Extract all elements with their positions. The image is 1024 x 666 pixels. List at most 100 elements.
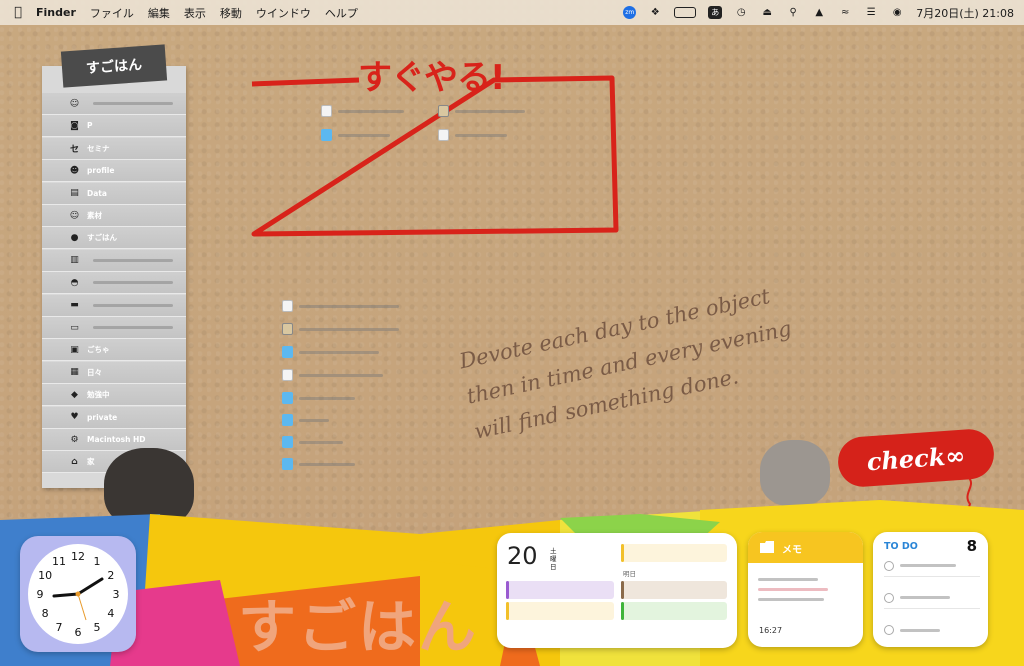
menu-window[interactable]: ウインドウ (256, 5, 311, 21)
menu-go[interactable]: 移動 (220, 5, 242, 21)
reminder-item[interactable] (884, 555, 980, 577)
reminder-item[interactable] (884, 619, 980, 641)
menu-app-name[interactable]: Finder (36, 6, 76, 19)
clock-number: 3 (113, 588, 120, 601)
search-icon[interactable]: ⚲ (786, 6, 800, 20)
time-machine-icon[interactable]: ◷ (734, 6, 748, 20)
seminar-icon: セ (69, 144, 79, 155)
sidebar-item[interactable]: ▤ Data (42, 182, 186, 205)
sidebar-item[interactable]: ☺ (42, 93, 186, 115)
menu-help[interactable]: ヘルプ (325, 5, 358, 21)
desktop-file[interactable] (282, 323, 399, 335)
sidebar-item[interactable]: ☺ 素材 (42, 205, 186, 227)
camera-icon: ◙ (70, 120, 79, 131)
zoom-status-icon[interactable]: zm (623, 6, 637, 19)
siri-icon[interactable]: ◉ (890, 6, 904, 20)
file-item[interactable] (438, 105, 525, 117)
document-icon (321, 105, 332, 117)
clock-number: 11 (52, 555, 66, 568)
clock-number: 12 (71, 550, 85, 563)
reminders-count: 8 (966, 537, 977, 555)
sidebar-item[interactable]: ☻ profile (42, 160, 186, 183)
desktop-folder[interactable] (282, 458, 355, 470)
sidebar-item[interactable]: ▭ (42, 317, 186, 339)
menu-file[interactable]: ファイル (90, 5, 134, 21)
reminder-item[interactable] (884, 587, 980, 609)
checkbox-circle-icon[interactable] (884, 625, 894, 635)
sidebar-item[interactable]: ◙ P (42, 115, 186, 138)
laptop-icon: ▭ (70, 322, 79, 333)
calendar-event[interactable] (506, 581, 614, 599)
folder-label-blurred (299, 418, 329, 422)
desktop-file[interactable] (282, 369, 383, 381)
sidebar-item[interactable]: ▣ ごちゃ (42, 339, 186, 362)
checkbox-circle-icon[interactable] (884, 592, 894, 603)
sidebar-item-label: 日々 (87, 367, 102, 377)
menu-bar:  Finder ファイル 編集 表示 移動 ウインドウ ヘルプ zm ❖ あ … (0, 0, 1024, 25)
sidebar-item[interactable]: ⚙ Macintosh HD (42, 429, 186, 451)
weekday-char-1: 土 (550, 547, 557, 555)
sidebar-item[interactable]: ◆ 勉強中 (42, 384, 186, 407)
desktop-folder[interactable] (282, 436, 343, 448)
sidebar-item[interactable]: ▥ (42, 249, 186, 272)
sidebar-label-blurred (93, 281, 173, 285)
folder-icon (282, 436, 293, 448)
sidebar-item[interactable]: ● すごはん (42, 227, 186, 250)
eject-icon[interactable]: ⏏ (760, 6, 774, 20)
clock-number: 1 (94, 555, 101, 568)
file-item[interactable] (438, 129, 507, 141)
calendar-event[interactable] (621, 602, 727, 620)
cat-face-icon: ◆ (71, 389, 78, 400)
sidebar-item[interactable]: セセミナ (42, 137, 186, 160)
reminders-widget[interactable]: TO DO 8 (873, 532, 988, 647)
calendar-event[interactable] (621, 544, 727, 562)
desktop-file[interactable] (282, 300, 399, 312)
calendar-widget[interactable]: 20 土 曜 日 明日 (497, 533, 737, 648)
clock-dial: 12 12 3 45678 9 1011 (37, 550, 120, 639)
clock-number: 8 (42, 607, 49, 620)
menu-edit[interactable]: 編集 (148, 5, 170, 21)
notes-title: メモ (782, 545, 802, 556)
calendar-character-icon: ▦ (70, 367, 79, 378)
gear-icon: ⚙ (70, 434, 79, 445)
sidebar-item[interactable]: ♥ private (42, 406, 186, 429)
sidebar-item[interactable]: ▦ 日々 (42, 361, 186, 384)
note-line-blurred (758, 588, 828, 591)
calendar-event[interactable] (621, 581, 727, 599)
sidebar-item-label: Data (87, 188, 107, 198)
menu-clock[interactable]: 7月20日(土) 21:08 (916, 5, 1014, 21)
battery-icon[interactable] (674, 7, 697, 18)
folder-label-blurred (299, 462, 355, 466)
clock-widget[interactable]: 12 1 2 3 4 5 6 7 8 9 10 11 (20, 536, 136, 652)
heart-icon: ♥ (70, 412, 79, 423)
desktop-folder[interactable] (282, 346, 379, 358)
sidebar-item-label: Macintosh HD (87, 435, 146, 444)
folder-icon (760, 541, 774, 553)
smile-face-icon: ☺ (69, 98, 80, 109)
desktop-folder[interactable] (282, 414, 329, 426)
second-hand (77, 593, 87, 621)
reminders-title: TO DO (884, 541, 918, 552)
sidebar-item[interactable]: ◓ (42, 272, 186, 295)
sidebar-item-label: セミナ (87, 143, 110, 153)
desktop-folder[interactable] (282, 392, 355, 404)
file-label-blurred (338, 109, 404, 113)
reminder-text-blurred (900, 596, 950, 599)
menu-view[interactable]: 表示 (184, 5, 206, 21)
brand-lettering: すごはん (238, 593, 479, 661)
weekday-char-2: 曜 (550, 555, 557, 563)
calendar-event[interactable] (506, 602, 614, 620)
input-method-icon[interactable]: あ (708, 6, 723, 19)
dropbox-icon[interactable]: ❖ (648, 6, 662, 20)
apple-logo-icon[interactable]:  (0, 5, 36, 20)
folder-icon (282, 414, 293, 426)
file-item[interactable] (321, 105, 404, 117)
notes-widget[interactable]: メモ 16:27 (748, 532, 863, 647)
control-center-icon[interactable]: ☰ (864, 6, 878, 20)
sidebar-item[interactable]: ▬ (42, 294, 186, 317)
sidebar-label-blurred (93, 303, 173, 307)
notification-icon[interactable]: ▲ (812, 6, 826, 20)
wifi-icon[interactable]: ≈ (838, 6, 852, 20)
folder-item[interactable] (321, 129, 390, 141)
checkbox-circle-icon[interactable] (884, 560, 894, 571)
